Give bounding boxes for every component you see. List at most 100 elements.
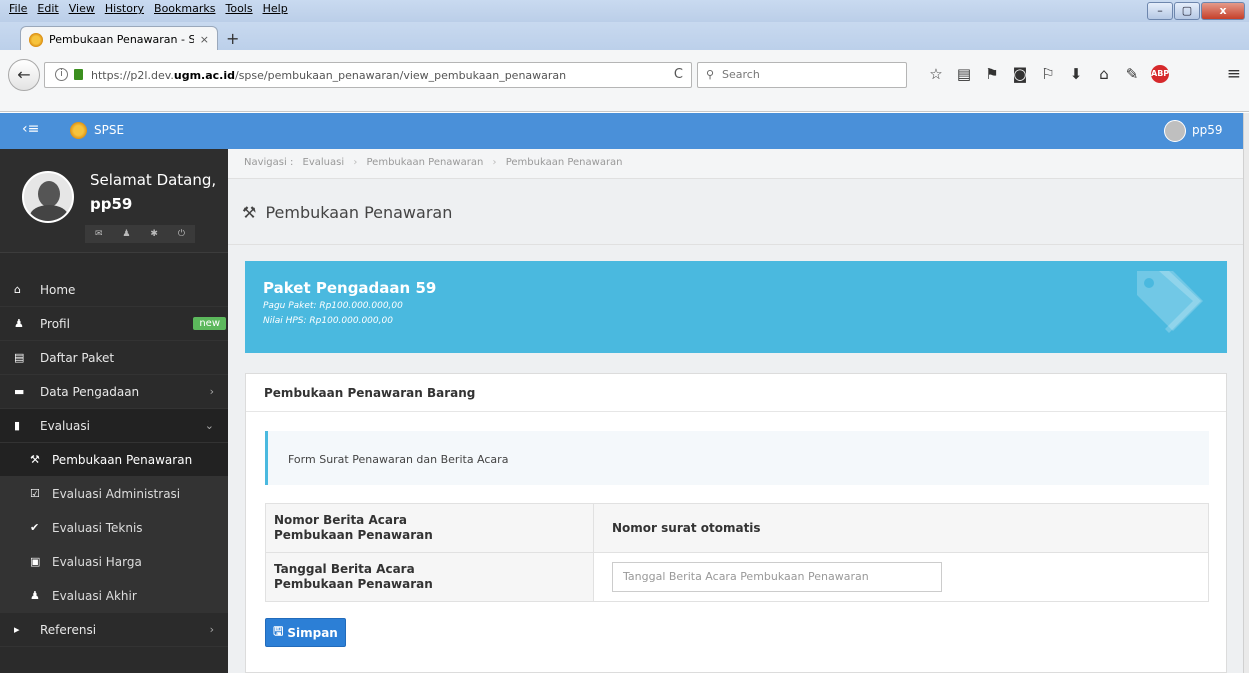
breadcrumb-item: Pembukaan Penawaran xyxy=(505,157,623,168)
sidebar-item-evaluasi[interactable]: ▮ Evaluasi ⌄ xyxy=(0,409,228,443)
menu-file[interactable]: File xyxy=(4,0,32,18)
package-title: Paket Pengadaan 59 xyxy=(263,279,437,297)
main-content: Navigasi : Evaluasi › Pembukaan Penawara… xyxy=(228,149,1243,673)
app-header: ‹≡ SPSE pp59 xyxy=(0,113,1243,149)
sidebar-item-label: Evaluasi Teknis xyxy=(52,520,143,535)
browser-tab[interactable]: Pembukaan Penawaran - S... × xyxy=(20,26,218,52)
extension-icon[interactable]: ⚐ xyxy=(1034,65,1062,83)
welcome-text: Selamat Datang, xyxy=(90,171,217,189)
tab-title: Pembukaan Penawaran - S... xyxy=(49,33,194,46)
sidebar-subitem-evaluasi-akhir[interactable]: ♟ Evaluasi Akhir xyxy=(0,579,228,613)
breadcrumb-item[interactable]: Evaluasi xyxy=(303,157,345,168)
sidebar-subitem-pembukaan-penawaran[interactable]: ⚒ Pembukaan Penawaran xyxy=(0,443,228,477)
tab-strip: Pembukaan Penawaran - S... × + xyxy=(0,22,1249,52)
address-bar[interactable]: i https://p2l.dev.ugm.ac.id/spse/pembuka… xyxy=(44,62,692,88)
bookmarks-list-icon[interactable]: ▤ xyxy=(950,65,978,83)
sidebar-subitem-evaluasi-harga[interactable]: ▣ Evaluasi Harga xyxy=(0,545,228,579)
user-icon[interactable]: ♟ xyxy=(122,229,130,239)
app-brand[interactable]: SPSE xyxy=(94,123,124,137)
sidebar-nav: ⌂ Home ♟ Profil new ▤ Daftar Paket ▬ Dat… xyxy=(0,273,228,647)
menu-bar: File Edit View History Bookmarks Tools H… xyxy=(0,0,293,18)
save-button[interactable]: 🖫 Simpan xyxy=(265,618,346,647)
checkbox-icon: ☑ xyxy=(30,487,40,500)
menu-view[interactable]: View xyxy=(64,0,100,18)
spse-logo-icon xyxy=(70,122,87,139)
header-avatar[interactable] xyxy=(1164,120,1186,142)
chevron-down-icon: ⌄ xyxy=(204,419,214,432)
close-tab-icon[interactable]: × xyxy=(200,33,209,46)
chevron-right-icon: › xyxy=(209,623,214,636)
lock-icon xyxy=(74,69,83,80)
power-icon[interactable]: ⏻ xyxy=(178,229,185,239)
search-icon: ⚲ xyxy=(706,68,715,81)
table-row: Tanggal Berita Acara Pembukaan Penawaran… xyxy=(265,552,1209,602)
book-icon: ▤ xyxy=(14,351,25,364)
info-icon[interactable]: i xyxy=(55,68,68,81)
gear-icon[interactable]: ✱ xyxy=(150,229,158,239)
tanggal-input[interactable]: Tanggal Berita Acara Pembukaan Penawaran xyxy=(612,562,942,592)
reload-icon[interactable]: C xyxy=(674,67,683,82)
home-button-icon[interactable]: ⌂ xyxy=(1090,65,1118,83)
maximize-button[interactable]: ▢ xyxy=(1174,2,1200,20)
sidebar-item-referensi[interactable]: ▸ Referensi › xyxy=(0,613,228,647)
header-username[interactable]: pp59 xyxy=(1192,123,1223,137)
sidebar-item-daftar-paket[interactable]: ▤ Daftar Paket xyxy=(0,341,228,375)
new-badge: new xyxy=(193,317,226,330)
menu-tools[interactable]: Tools xyxy=(220,0,257,18)
sidebar-item-profil[interactable]: ♟ Profil new xyxy=(0,307,228,341)
nomor-value: Nomor surat otomatis xyxy=(593,503,1209,553)
minimize-button[interactable]: – xyxy=(1147,2,1173,20)
chevron-right-icon: › xyxy=(209,385,214,398)
breadcrumb-item[interactable]: Pembukaan Penawaran xyxy=(367,157,484,168)
mail-icon[interactable]: ✉ xyxy=(95,229,103,239)
divider xyxy=(228,244,1243,245)
pocket-flag-icon[interactable]: ⚑ xyxy=(978,65,1006,83)
breadcrumb-separator: › xyxy=(353,157,358,168)
breadcrumb-separator: › xyxy=(492,157,497,168)
profile-box: Selamat Datang, pp59 ✉ ♟ ✱ ⏻ xyxy=(0,149,228,253)
adblock-icon[interactable]: ABP xyxy=(1151,65,1169,83)
sidebar-toggle-icon[interactable]: ‹≡ xyxy=(22,121,39,137)
pagu-paket: Pagu Paket: Rp100.000.000,00 xyxy=(263,301,403,311)
menu-history[interactable]: History xyxy=(100,0,149,18)
page-title: ⚒ Pembukaan Penawaran xyxy=(242,203,452,222)
close-window-button[interactable]: x xyxy=(1201,2,1245,20)
gavel-icon: ⚒ xyxy=(242,203,257,222)
sidebar-subitem-evaluasi-administrasi[interactable]: ☑ Evaluasi Administrasi xyxy=(0,477,228,511)
sidebar-item-label: Data Pengadaan xyxy=(40,384,140,399)
page-scrollbar[interactable] xyxy=(1243,113,1249,673)
sidebar-item-label: Evaluasi Harga xyxy=(52,554,142,569)
pocket-icon[interactable]: ◙ xyxy=(1006,65,1034,83)
sidebar-subitem-evaluasi-teknis[interactable]: ✔ Evaluasi Teknis xyxy=(0,511,228,545)
bookmark-star-icon[interactable]: ☆ xyxy=(922,65,950,83)
money-icon: ▣ xyxy=(30,555,41,568)
sidebar-item-data-pengadaan[interactable]: ▬ Data Pengadaan › xyxy=(0,375,228,409)
menu-help[interactable]: Help xyxy=(258,0,293,18)
window-controls: – ▢ x xyxy=(1147,2,1245,20)
nomor-label: Nomor Berita Acara Pembukaan Penawaran xyxy=(265,503,594,553)
home-icon: ⌂ xyxy=(14,283,21,296)
panel-heading: Pembukaan Penawaran Barang xyxy=(246,374,1226,412)
avatar xyxy=(22,171,74,223)
url-text: https://p2l.dev.ugm.ac.id/spse/pembukaan… xyxy=(91,68,567,82)
menu-bookmarks[interactable]: Bookmarks xyxy=(149,0,220,18)
new-tab-button[interactable]: + xyxy=(226,29,239,48)
tags-icon xyxy=(1137,271,1203,333)
profile-actions: ✉ ♟ ✱ ⏻ xyxy=(85,225,195,243)
sidebar-item-label: Evaluasi Akhir xyxy=(52,588,137,603)
save-icon: 🖫 xyxy=(273,624,284,638)
tanggal-label: Tanggal Berita Acara Pembukaan Penawaran xyxy=(265,552,594,602)
form-panel: Pembukaan Penawaran Barang Form Surat Pe… xyxy=(245,373,1227,673)
sidebar-item-label: Pembukaan Penawaran xyxy=(52,452,193,467)
sidebar-item-label: Referensi xyxy=(40,622,97,637)
browser-menu-icon[interactable]: ≡ xyxy=(1227,64,1241,84)
gavel-icon: ⚒ xyxy=(30,453,40,466)
download-icon[interactable]: ⬇ xyxy=(1062,65,1090,83)
sidebar-item-home[interactable]: ⌂ Home xyxy=(0,273,228,307)
addon-icon[interactable]: ✎ xyxy=(1118,65,1146,83)
search-input[interactable]: ⚲ Search xyxy=(697,62,907,88)
back-button[interactable]: ← xyxy=(8,59,40,91)
browser-navbar: ← i https://p2l.dev.ugm.ac.id/spse/pembu… xyxy=(0,50,1249,112)
menu-edit[interactable]: Edit xyxy=(32,0,63,18)
breadcrumb-prefix: Navigasi : xyxy=(244,157,294,168)
